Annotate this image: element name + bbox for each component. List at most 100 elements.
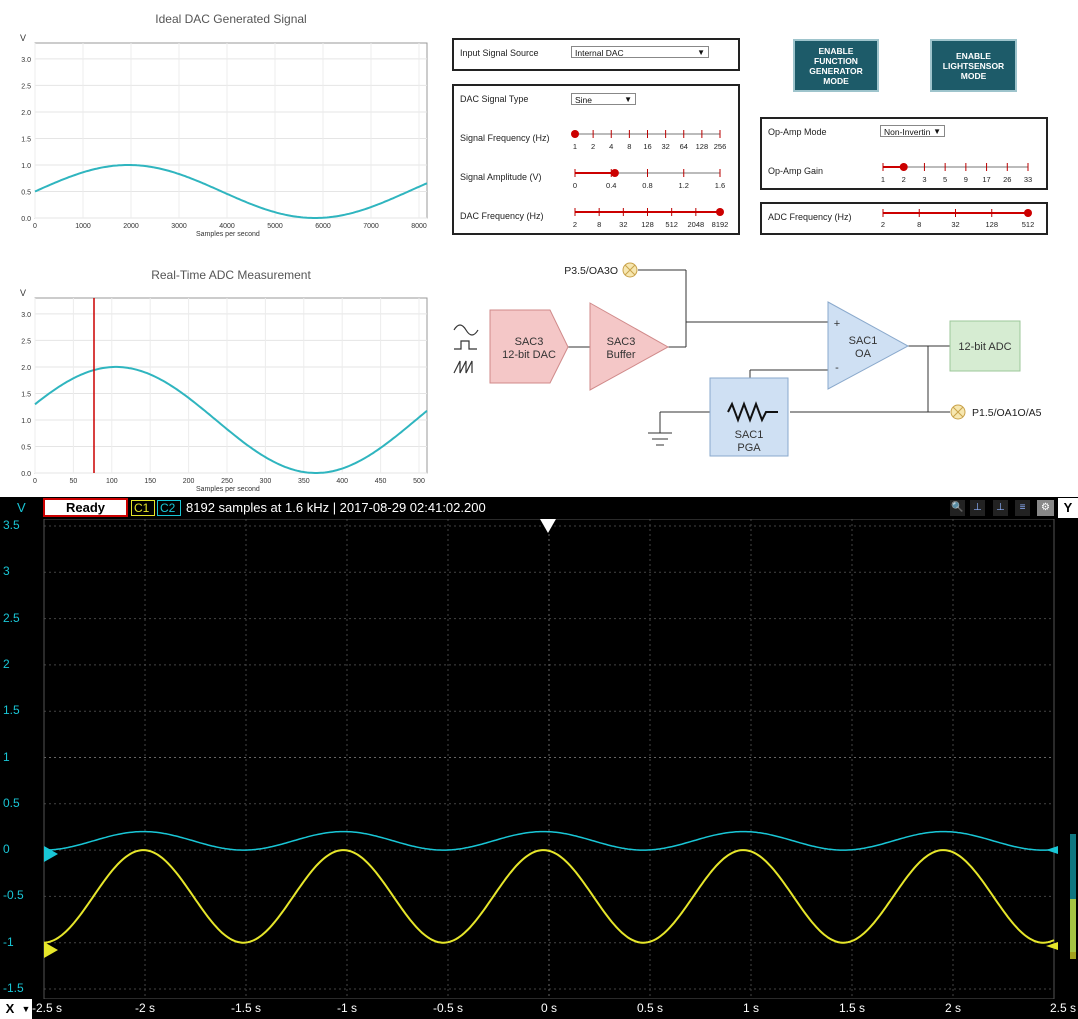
enable-lightsensor-button[interactable]: ENABLE LIGHTSENSOR MODE	[930, 39, 1017, 92]
dac-chart: 0.0 0.5 1.0 1.5 2.0 2.5 3.0 0 1000 2000 3000 4000 50…	[21, 42, 428, 230]
buffer-block-label-2: Buffer	[606, 349, 635, 361]
opamp-gain-slider[interactable]: 1 2 3 5 9 17 26 33	[760, 117, 1048, 190]
y-tick-label: 2.5	[21, 83, 31, 90]
x-axis-dropdown-icon[interactable]: ▼	[20, 999, 32, 1019]
cursor-tool-icon[interactable]: ⊥	[993, 500, 1008, 516]
pin-icon[interactable]	[950, 404, 966, 420]
adc-freq-slider[interactable]: 2 8 32 128 512	[760, 202, 1048, 235]
input-source-label: Input Signal Source	[460, 48, 539, 58]
adc-chart-title: Real-Time ADC Measurement	[151, 268, 311, 282]
cursor-tool-icon[interactable]: ≡	[1015, 500, 1030, 516]
y-tick-label: 1.5	[21, 136, 31, 143]
gear-icon[interactable]: ⚙	[1037, 500, 1054, 516]
channel-c2-toggle[interactable]: C2	[157, 500, 181, 516]
x-tick-label: 1000	[75, 223, 91, 230]
scope-y-tick-label: -1.5	[3, 981, 24, 995]
y-unit-label: V	[17, 500, 26, 515]
oa-minus-sign: -	[835, 362, 839, 374]
slider-tick-label: 8	[597, 220, 601, 229]
oa-plus-sign: +	[834, 318, 840, 330]
slider-handle	[716, 208, 724, 216]
dac-chart-xlabel: Samples per second	[196, 231, 260, 238]
scope-y-tick-label: 1.5	[3, 703, 20, 718]
scope-y-tick-label: 0.5	[3, 795, 20, 810]
block-diagram: SAC3 12-bit DAC SAC3 Buffer SAC1 OA + - …	[453, 262, 1042, 457]
scope-x-tick-label: 1 s	[742, 1001, 759, 1015]
slider-tick-label: 3	[922, 175, 926, 184]
slider-tick-label: 8	[627, 142, 631, 151]
y-tick-label: 0.5	[21, 444, 31, 451]
chevron-down-icon: ▼	[697, 48, 705, 57]
slider-tick-label: 8192	[712, 220, 729, 229]
y-tick-label: 0.0	[21, 471, 31, 478]
scope-x-tick-label: 0.5 s	[636, 1001, 663, 1015]
x-tick-label: 450	[375, 478, 387, 485]
x-tick-label: 350	[298, 478, 310, 485]
scope-y-tick-label: 1	[3, 749, 10, 764]
pin-icon[interactable]	[622, 262, 638, 278]
y-tick-label: 1.5	[21, 391, 31, 398]
scope-y-tick-label: 3	[3, 564, 10, 579]
x-tick-label: 6000	[315, 223, 331, 230]
slider-tick-label: 1.6	[715, 181, 725, 190]
pga-block-label-2: PGA	[737, 442, 761, 454]
slider-tick-label: 0.4	[606, 181, 616, 190]
slider-tick-label: 1.2	[679, 181, 689, 190]
x-tick-label: 400	[336, 478, 348, 485]
oa-block-label-1: SAC1	[849, 335, 878, 347]
y-axis-button[interactable]: Y	[1058, 498, 1078, 518]
slider-tick-label: 26	[1003, 175, 1011, 184]
channel-c1-toggle[interactable]: C1	[131, 500, 155, 516]
scope-x-tick-label: 2.5 s	[1049, 1001, 1076, 1015]
slider-tick-label: 0.8	[642, 181, 652, 190]
slider-tick-label: 16	[643, 142, 651, 151]
slider-tick-label: 4	[609, 142, 613, 151]
slider-tick-label: 32	[951, 220, 959, 229]
slider-tick-label: 2	[881, 220, 885, 229]
c1-histogram	[1070, 899, 1076, 959]
slider-tick-label: 1	[881, 175, 885, 184]
slider-tick-label: 128	[985, 220, 998, 229]
scope-plot[interactable]	[0, 519, 1078, 999]
slider-tick-label: 32	[619, 220, 627, 229]
y-tick-label: 1.0	[21, 163, 31, 170]
pin-p15-label: P1.5/OA1O/A5	[972, 407, 1042, 419]
y-tick-label: 2.0	[21, 365, 31, 372]
slider-tick-label: 0	[573, 181, 577, 190]
x-tick-label: 250	[221, 478, 233, 485]
zoom-icon[interactable]: 🔍	[950, 500, 965, 516]
scope-y-tick-label: -0.5	[3, 888, 24, 903]
scope-x-tick-label: 0 s	[540, 1001, 557, 1015]
slider-tick-label: 128	[641, 220, 654, 229]
y-tick-label: 3.0	[21, 312, 31, 319]
slider-tick-label: 32	[661, 142, 669, 151]
x-tick-label: 300	[260, 478, 272, 485]
status-badge[interactable]: Ready	[43, 498, 128, 517]
slider-tick-label: 17	[982, 175, 990, 184]
slider-tick-label: 2	[591, 142, 595, 151]
slider-tick-label: 2	[902, 175, 906, 184]
x-tick-label: 100	[106, 478, 118, 485]
slider-handle	[899, 163, 908, 171]
scope-x-tick-label: -1.5 s	[230, 1001, 261, 1015]
x-tick-label: 7000	[363, 223, 379, 230]
slider-tick-label: 1	[573, 142, 577, 151]
x-tick-label: 2000	[123, 223, 139, 230]
enable-function-generator-button[interactable]: ENABLE FUNCTION GENERATOR MODE	[793, 39, 879, 92]
cursor-tool-icon[interactable]: ⊥	[970, 500, 985, 516]
y-tick-label: 0.5	[21, 189, 31, 196]
slider-tick-label: 8	[917, 220, 921, 229]
dac-sliders[interactable]: 1 2 4 8 16 32 64 128 256 0 0.4 0.8 1.2 1.6 2 8 32 128 512 2…	[452, 84, 740, 235]
x-axis-button[interactable]: X	[0, 999, 20, 1019]
slider-tick-label: 2	[573, 220, 577, 229]
y-tick-label: 0.0	[21, 216, 31, 223]
x-tick-label: 500	[413, 478, 425, 485]
adc-chart: 0.0 0.5 1.0 1.5 2.0 2.5 3.0 0 50 100 150 200 250 300 3…	[21, 297, 428, 485]
dac-block-label-2: 12-bit DAC	[502, 349, 556, 361]
input-source-select[interactable]: Internal DAC ▼	[571, 46, 709, 58]
scope-y-tick-label: 2	[3, 656, 10, 671]
x-tick-label: 0	[33, 478, 37, 485]
pga-block-label-1: SAC1	[735, 429, 764, 441]
slider-handle	[610, 169, 619, 177]
scope-x-tick-label: -0.5 s	[432, 1001, 463, 1015]
